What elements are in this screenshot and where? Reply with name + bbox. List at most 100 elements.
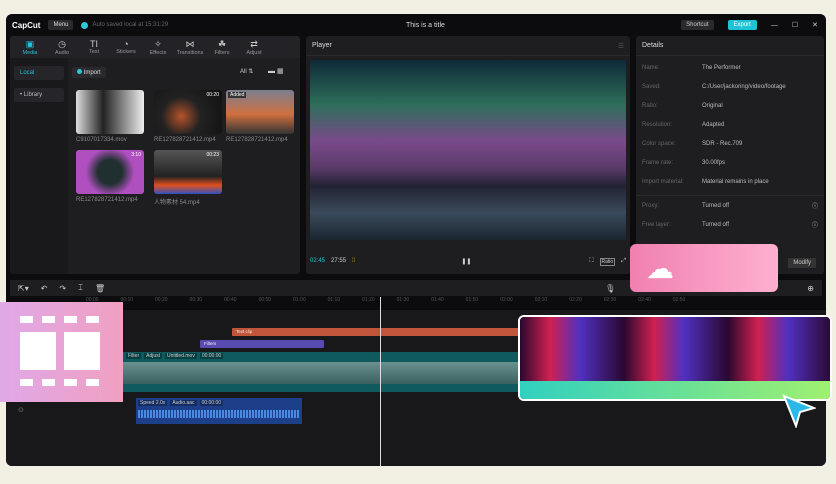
media-thumb[interactable]: 00:23 (154, 150, 222, 194)
menu-icon[interactable]: ☰ (618, 42, 624, 50)
tab-label: Adjust (246, 50, 262, 56)
tab-label: Effects (149, 50, 167, 56)
clip-tag: Filter (126, 353, 142, 359)
detail-value: Turned off (702, 202, 730, 209)
media-thumb[interactable]: 3:10 (76, 150, 144, 194)
detail-value: Turned off (702, 221, 730, 228)
ruler-tick: 01:40 (431, 297, 444, 303)
detail-key: Resolution: (642, 121, 673, 128)
zoom-icon[interactable]: ⊕ (807, 284, 814, 293)
filter-clip[interactable]: Filters (200, 340, 324, 348)
sidebar-item-library[interactable]: • Library (14, 88, 64, 102)
undo-icon[interactable]: ↶ (41, 284, 48, 293)
detail-key: Ratio: (642, 102, 658, 109)
modify-button[interactable]: Modify (788, 258, 816, 268)
transitions-icon: ⋈ (185, 39, 195, 49)
media-thumb[interactable] (76, 90, 144, 134)
clip-preview-card (518, 315, 832, 401)
autosave-status: Auto saved local at 15:31:29 (81, 21, 168, 29)
info-icon[interactable]: ⓘ (812, 201, 818, 210)
ruler-tick: 02:00 (500, 297, 513, 303)
media-thumb[interactable]: 00:20 (154, 90, 222, 134)
ruler-tick: 00:40 (224, 297, 237, 303)
delete-icon[interactable]: 🗑 (95, 284, 105, 293)
clip-tag: Audio.aac (170, 400, 197, 406)
menu-button[interactable]: Menu (48, 20, 74, 30)
add-track-icon[interactable]: ⊙ (18, 406, 24, 414)
sort-filter[interactable]: All ⇅ (240, 68, 253, 75)
redo-icon[interactable]: ↷ (59, 284, 66, 293)
detail-key: Free layer: (642, 221, 671, 228)
fullscreen-icon[interactable]: ⤢ (621, 258, 626, 266)
current-time: 02:45 (310, 258, 326, 264)
ratio-button[interactable]: Ratio (599, 258, 616, 266)
close-icon[interactable]: ✕ (812, 21, 818, 29)
cloud-icon: ☁ (646, 253, 674, 284)
shortcut-button[interactable]: Shortcut (681, 20, 714, 30)
media-filename: RE12782872141​2.mp4 (76, 197, 138, 203)
player-panel: Player ☰ 02:45 27:55 ⁞⁞ ❚❚ ⛶ Ratio ⤢ (306, 36, 630, 274)
tab-audio[interactable]: ◷ Audio (46, 39, 78, 56)
maximize-icon[interactable]: ☐ (792, 21, 798, 29)
video-preview[interactable] (310, 60, 626, 240)
ruler-tick: 02:50 (672, 297, 686, 303)
tab-label: Stickers (116, 49, 136, 55)
media-filename: 人物素材 54.mp4 (154, 200, 200, 206)
clip-tag: Untitled.mov (165, 353, 197, 359)
select-tool-icon[interactable]: ⇱▾ (18, 284, 29, 293)
playhead[interactable] (380, 297, 381, 466)
minimize-icon[interactable]: — (771, 22, 778, 29)
adjust-icon: ⇄ (250, 39, 258, 49)
detail-key: Saved: (642, 83, 661, 90)
tab-transitions[interactable]: ⋈ Transitions (174, 39, 206, 56)
detail-value: 30.00fps (702, 159, 726, 166)
fit-icon[interactable]: ⛶ (589, 258, 593, 266)
tab-stickers[interactable]: ◔ Stickers (110, 39, 142, 55)
detail-value: SDR - Rec.709 (702, 140, 743, 147)
project-title[interactable]: This is a title (406, 22, 445, 29)
detail-row: Frame rate: 30.00fps (636, 153, 824, 172)
detail-row: Ratio: Original (636, 96, 824, 115)
detail-row: Resolution: Adapted (636, 115, 824, 134)
clip-tag: 00:00:00 (199, 400, 224, 406)
tab-effects[interactable]: ✧ Effects (142, 39, 174, 56)
ruler-tick: 01:00 (293, 297, 306, 303)
tab-label: Text (88, 49, 100, 55)
ruler-tick: 01:10 (327, 297, 341, 303)
cursor-arrow-icon (782, 394, 816, 428)
detail-value: Original (702, 102, 723, 109)
clip-frames (520, 317, 830, 381)
detail-value: C:/User/jackoring/video/footage (702, 83, 786, 90)
sidebar-item-local[interactable]: Local (14, 66, 64, 80)
view-toggle-icon[interactable]: ▬ ▦ (268, 67, 284, 75)
microphone-icon[interactable]: 🎙 (605, 284, 615, 293)
video-feature-badge (0, 302, 123, 402)
tab-filters[interactable]: ☘ Filters (206, 39, 238, 56)
import-button[interactable]: Import (72, 67, 106, 78)
tab-text[interactable]: TI Text (78, 39, 110, 55)
ruler-tick: 02:30 (603, 297, 617, 303)
tab-label: Media (22, 50, 38, 56)
detail-key: Import material: (642, 178, 684, 185)
tab-adjust[interactable]: ⇄ Adjust (238, 39, 270, 56)
media-filename: C9107017334.mov (76, 137, 127, 143)
split-icon[interactable]: ⌶ (78, 283, 83, 293)
pause-button[interactable]: ❚❚ (461, 258, 471, 266)
media-thumb[interactable]: Added (226, 90, 294, 134)
ruler-tick: 01:30 (396, 297, 410, 303)
title-bar: CapCut Menu Auto saved local at 15:31:29… (6, 14, 826, 36)
ruler-tick: 01:20 (362, 297, 375, 303)
detail-value: Material remains in place (702, 178, 769, 185)
ruler-tick: 01:50 (465, 297, 479, 303)
export-button[interactable]: Export (727, 20, 757, 30)
audio-clip[interactable]: Speed 2.0x Audio.aac 00:00:00 (136, 398, 302, 424)
media-duration: 00:20 (206, 92, 219, 98)
media-duration: 3:10 (131, 152, 141, 158)
details-panel: Details Name: The Performer Saved: C:/User/… (636, 36, 824, 274)
detail-row: Saved: C:/User/jackoring/video/footage (636, 77, 824, 96)
player-header: Player ☰ (306, 36, 630, 56)
effects-icon: ✧ (154, 39, 162, 49)
tab-media[interactable]: ▣ Media (14, 39, 46, 56)
info-icon[interactable]: ⓘ (812, 220, 818, 229)
tab-label: Transitions (176, 50, 204, 56)
